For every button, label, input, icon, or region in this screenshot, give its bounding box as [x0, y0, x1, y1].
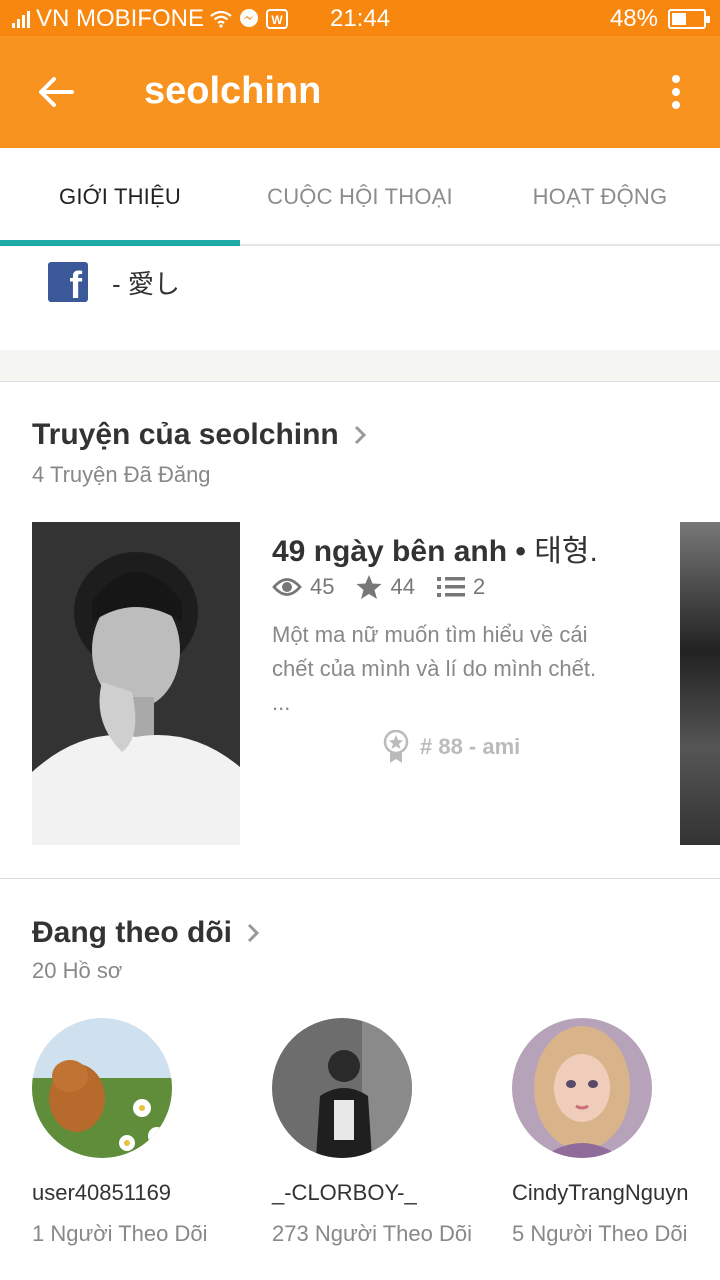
- stories-count: 4 Truyện Đã Đăng: [32, 462, 211, 487]
- story-description-line: Một ma nữ muốn tìm hiểu về cái: [272, 622, 588, 647]
- facebook-text: - 愛し: [112, 268, 180, 299]
- more-vert-icon: [672, 75, 680, 109]
- profile-username: seolchinn: [144, 70, 322, 112]
- profile-tabs: GIỚI THIỆU CUỘC HỘI THOẠI HOẠT ĐỘNG: [0, 148, 720, 246]
- back-button[interactable]: [36, 72, 76, 112]
- arrow-left-icon: [39, 77, 74, 107]
- section-separator: [0, 350, 720, 382]
- user-followers: 273 Người Theo Dõi: [272, 1221, 472, 1246]
- clock: 21:44: [330, 5, 391, 32]
- votes-count: 44: [390, 574, 415, 599]
- following-user-card[interactable]: CindyTrangNguyn 5 Người Theo Dõi: [512, 1018, 712, 1248]
- stories-section-header[interactable]: Truyện của seolchinn: [32, 418, 369, 452]
- list-icon: [436, 577, 465, 597]
- user-followers: 1 Người Theo Dõi: [32, 1221, 208, 1246]
- app-bar: seolchinn: [0, 36, 720, 148]
- views-count: 45: [310, 574, 335, 599]
- dog-avatar-image: [32, 1018, 172, 1158]
- battery-percent: 48%: [609, 5, 658, 32]
- avatar[interactable]: [32, 1018, 172, 1158]
- parts-stat: 2: [436, 574, 486, 600]
- tab-conversations[interactable]: CUỘC HỘI THOẠI: [240, 148, 480, 246]
- facebook-icon: f: [48, 262, 88, 302]
- status-right: 48%: [609, 5, 710, 33]
- chevron-right-icon: [354, 425, 366, 445]
- user-name: _-CLORBOY-_: [272, 1180, 417, 1205]
- wattpad-notification-icon: W: [266, 8, 289, 30]
- star-icon: [356, 575, 382, 599]
- signal-icon: [12, 10, 30, 28]
- story-title[interactable]: 49 ngày bên anh • 태형.: [272, 526, 598, 570]
- story-description: Một ma nữ muốn tìm hiểu về cái chết của …: [272, 618, 652, 720]
- more-options-button[interactable]: [666, 74, 686, 110]
- status-bar: VN MOBIFONE W 21:44 48%: [0, 0, 720, 36]
- user-name: user40851169: [32, 1180, 172, 1205]
- eye-icon: [272, 578, 302, 596]
- story-description-ellipsis: ...: [272, 690, 291, 715]
- story-cover-image: [32, 522, 240, 845]
- avatar[interactable]: [272, 1018, 412, 1158]
- user-followers: 5 Người Theo Dõi: [512, 1221, 688, 1246]
- messenger-icon: [238, 8, 260, 30]
- following-section-title: Đang theo dõi: [32, 916, 232, 949]
- views-stat: 45: [272, 574, 334, 600]
- following-section-header[interactable]: Đang theo dõi: [32, 916, 262, 950]
- rank-text: # 88 - ami: [420, 734, 521, 759]
- wifi-icon: [210, 8, 232, 30]
- user-name: CindyTrangNguyn: [512, 1180, 689, 1205]
- following-user-card[interactable]: user40851169 1 Người Theo Dõi: [32, 1018, 232, 1248]
- section-divider: [0, 878, 720, 879]
- story-rank: # 88 - ami: [382, 730, 520, 764]
- following-count: 20 Hồ sơ: [32, 958, 123, 983]
- parts-count: 2: [472, 574, 486, 599]
- status-left: VN MOBIFONE W: [12, 5, 289, 33]
- avatar[interactable]: [512, 1018, 652, 1158]
- stories-section-title: Truyện của seolchinn: [32, 418, 339, 451]
- tab-activity[interactable]: HOẠT ĐỘNG: [480, 148, 720, 246]
- svg-text:W: W: [271, 13, 283, 27]
- active-tab-indicator: [0, 240, 240, 246]
- facebook-link-row[interactable]: f - 愛し: [48, 262, 180, 302]
- carrier-label: VN MOBIFONE: [36, 5, 205, 32]
- story-description-line: chết của mình và lí do mình chết.: [272, 656, 597, 681]
- person-avatar-image: [272, 1018, 412, 1158]
- battery-icon: [668, 9, 710, 29]
- following-user-card[interactable]: _-CLORBOY-_ 273 Người Theo Dõi: [272, 1018, 472, 1248]
- story-cover[interactable]: [32, 522, 240, 845]
- tab-about[interactable]: GIỚI THIỆU: [0, 148, 240, 246]
- rank-badge-icon: [383, 730, 409, 763]
- story-stats: 45 44 2: [272, 574, 507, 600]
- story-title-text: 49 ngày bên anh •: [272, 535, 535, 568]
- votes-stat: 44: [356, 574, 415, 600]
- girl-avatar-image: [512, 1018, 652, 1158]
- chevron-right-icon: [247, 923, 260, 943]
- next-story-cover[interactable]: [680, 522, 720, 845]
- battery-fill: [672, 13, 687, 25]
- story-title-korean: 태형.: [534, 535, 598, 568]
